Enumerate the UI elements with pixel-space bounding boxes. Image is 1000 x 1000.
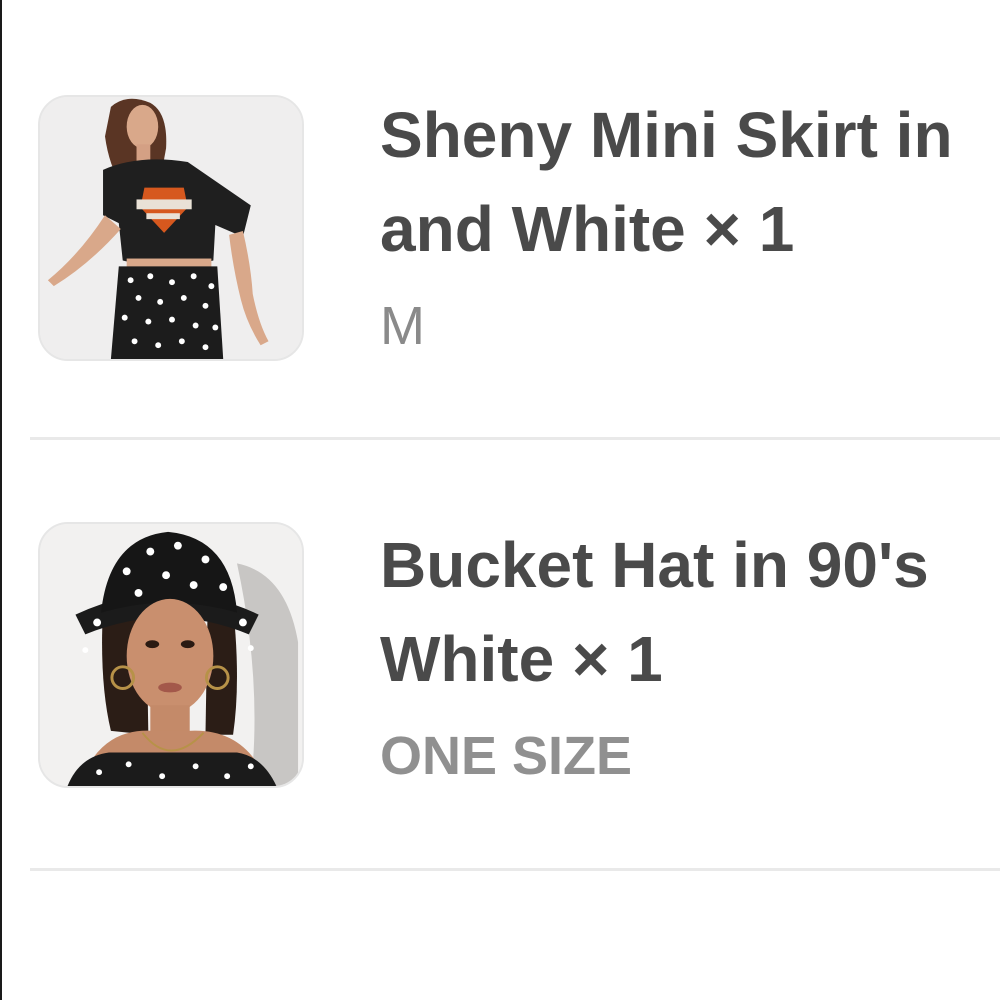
product-thumbnail-bucket-hat[interactable] [38, 522, 304, 788]
item-size: M [380, 296, 425, 356]
order-item[interactable]: Bucket Hat in 90's White × 1 ONE SIZE [0, 430, 1000, 860]
product-photo-model-skirt [40, 97, 302, 359]
item-details: Sheny Mini Skirt in and White × 1 M [380, 88, 1000, 376]
order-items-list: Sheny Mini Skirt in and White × 1 M Buck… [0, 0, 1000, 1000]
item-title-line-2: and White × 1 [380, 193, 795, 265]
item-details: Bucket Hat in 90's White × 1 ONE SIZE [380, 518, 1000, 806]
item-title-line-2: White × 1 [380, 623, 663, 695]
item-title-line-1: Bucket Hat in 90's [380, 529, 929, 601]
item-size: ONE SIZE [380, 726, 633, 786]
product-photo-model-bucket-hat [40, 524, 302, 786]
item-divider [30, 868, 1000, 871]
product-thumbnail-skirt[interactable] [38, 95, 304, 361]
order-item[interactable]: Sheny Mini Skirt in and White × 1 M [0, 0, 1000, 430]
item-title-line-1: Sheny Mini Skirt in [380, 99, 953, 171]
